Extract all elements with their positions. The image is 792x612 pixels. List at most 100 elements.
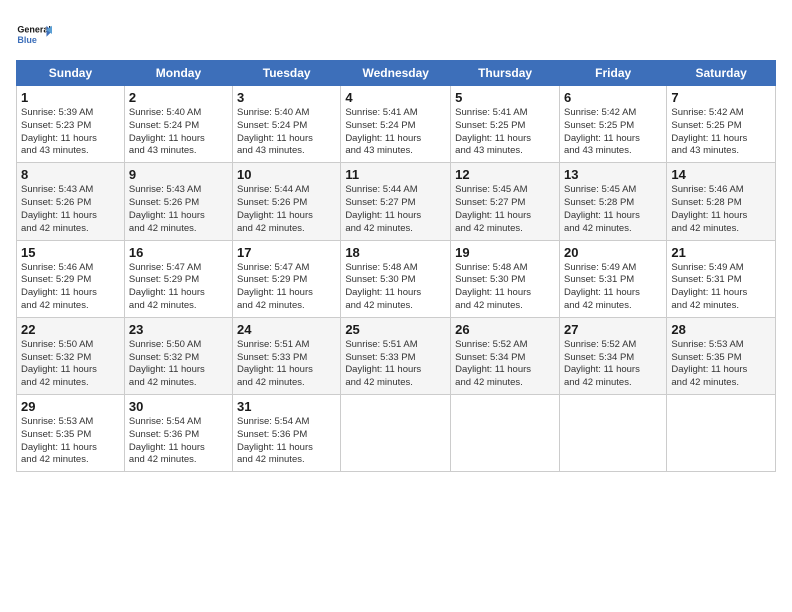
calendar-cell: 11 Sunrise: 5:44 AMSunset: 5:27 PMDayligh… [341, 163, 451, 240]
day-number: 28 [671, 322, 771, 337]
day-info: Sunrise: 5:48 AMSunset: 5:30 PMDaylight:… [345, 262, 446, 313]
day-info: Sunrise: 5:42 AMSunset: 5:25 PMDaylight:… [564, 107, 662, 158]
day-number: 10 [237, 167, 336, 182]
day-info: Sunrise: 5:46 AMSunset: 5:28 PMDaylight:… [671, 184, 771, 235]
calendar-cell: 19 Sunrise: 5:48 AMSunset: 5:30 PMDayligh… [451, 240, 560, 317]
day-number: 13 [564, 167, 662, 182]
day-info: Sunrise: 5:54 AMSunset: 5:36 PMDaylight:… [237, 416, 336, 467]
day-info: Sunrise: 5:51 AMSunset: 5:33 PMDaylight:… [237, 339, 336, 390]
weekday-header-tuesday: Tuesday [233, 61, 341, 86]
calendar-cell: 29Sunrise: 5:53 AMSunset: 5:35 PMDayligh… [17, 395, 125, 472]
day-number: 22 [21, 322, 120, 337]
day-info: Sunrise: 5:54 AMSunset: 5:36 PMDaylight:… [129, 416, 228, 467]
calendar-cell [341, 395, 451, 472]
day-info: Sunrise: 5:49 AMSunset: 5:31 PMDaylight:… [564, 262, 662, 313]
day-info: Sunrise: 5:52 AMSunset: 5:34 PMDaylight:… [564, 339, 662, 390]
calendar-cell: 5 Sunrise: 5:41 AMSunset: 5:25 PMDaylight… [451, 86, 560, 163]
calendar-cell [667, 395, 776, 472]
day-number: 17 [237, 245, 336, 260]
calendar-cell: 31 Sunrise: 5:54 AMSunset: 5:36 PMDayligh… [233, 395, 341, 472]
day-info: Sunrise: 5:53 AMSunset: 5:35 PMDaylight:… [671, 339, 771, 390]
logo: General Blue [16, 16, 54, 52]
day-info: Sunrise: 5:47 AMSunset: 5:29 PMDaylight:… [237, 262, 336, 313]
day-info: Sunrise: 5:52 AMSunset: 5:34 PMDaylight:… [455, 339, 555, 390]
day-info: Sunrise: 5:39 AMSunset: 5:23 PMDaylight:… [21, 107, 120, 158]
calendar-cell: 18 Sunrise: 5:48 AMSunset: 5:30 PMDayligh… [341, 240, 451, 317]
day-number: 21 [671, 245, 771, 260]
calendar-cell: 28 Sunrise: 5:53 AMSunset: 5:35 PMDayligh… [667, 317, 776, 394]
day-info: Sunrise: 5:44 AMSunset: 5:27 PMDaylight:… [345, 184, 446, 235]
day-number: 14 [671, 167, 771, 182]
weekday-header-sunday: Sunday [17, 61, 125, 86]
calendar-cell: 25 Sunrise: 5:51 AMSunset: 5:33 PMDayligh… [341, 317, 451, 394]
day-number: 3 [237, 90, 336, 105]
calendar-cell: 10 Sunrise: 5:44 AMSunset: 5:26 PMDayligh… [233, 163, 341, 240]
day-number: 19 [455, 245, 555, 260]
day-number: 16 [129, 245, 228, 260]
day-number: 11 [345, 167, 446, 182]
day-info: Sunrise: 5:41 AMSunset: 5:25 PMDaylight:… [455, 107, 555, 158]
weekday-header-thursday: Thursday [451, 61, 560, 86]
day-info: Sunrise: 5:43 AMSunset: 5:26 PMDaylight:… [21, 184, 120, 235]
day-info: Sunrise: 5:50 AMSunset: 5:32 PMDaylight:… [129, 339, 228, 390]
calendar-table: SundayMondayTuesdayWednesdayThursdayFrid… [16, 60, 776, 472]
day-number: 23 [129, 322, 228, 337]
calendar-cell: 22Sunrise: 5:50 AMSunset: 5:32 PMDayligh… [17, 317, 125, 394]
calendar-cell: 15 Sunrise: 5:46 AMSunset: 5:29 PMDayligh… [17, 240, 125, 317]
header: General Blue [16, 16, 776, 52]
day-number: 5 [455, 90, 555, 105]
weekday-header-wednesday: Wednesday [341, 61, 451, 86]
day-number: 2 [129, 90, 228, 105]
day-info: Sunrise: 5:53 AMSunset: 5:35 PMDaylight:… [21, 416, 120, 467]
day-info: Sunrise: 5:44 AMSunset: 5:26 PMDaylight:… [237, 184, 336, 235]
day-info: Sunrise: 5:51 AMSunset: 5:33 PMDaylight:… [345, 339, 446, 390]
weekday-header-monday: Monday [124, 61, 232, 86]
day-number: 15 [21, 245, 120, 260]
weekday-header-saturday: Saturday [667, 61, 776, 86]
day-number: 4 [345, 90, 446, 105]
day-number: 20 [564, 245, 662, 260]
day-info: Sunrise: 5:47 AMSunset: 5:29 PMDaylight:… [129, 262, 228, 313]
calendar-cell: 16 Sunrise: 5:47 AMSunset: 5:29 PMDayligh… [124, 240, 232, 317]
day-number: 8 [21, 167, 120, 182]
weekday-header-friday: Friday [559, 61, 666, 86]
day-info: Sunrise: 5:43 AMSunset: 5:26 PMDaylight:… [129, 184, 228, 235]
day-number: 31 [237, 399, 336, 414]
calendar-cell: 30 Sunrise: 5:54 AMSunset: 5:36 PMDayligh… [124, 395, 232, 472]
day-info: Sunrise: 5:45 AMSunset: 5:28 PMDaylight:… [564, 184, 662, 235]
calendar-cell: 2 Sunrise: 5:40 AMSunset: 5:24 PMDaylight… [124, 86, 232, 163]
day-number: 12 [455, 167, 555, 182]
calendar-cell: 26Sunrise: 5:52 AMSunset: 5:34 PMDayligh… [451, 317, 560, 394]
day-number: 30 [129, 399, 228, 414]
calendar-cell: 7 Sunrise: 5:42 AMSunset: 5:25 PMDaylight… [667, 86, 776, 163]
calendar-cell: 9 Sunrise: 5:43 AMSunset: 5:26 PMDaylight… [124, 163, 232, 240]
calendar-cell: 3 Sunrise: 5:40 AMSunset: 5:24 PMDaylight… [233, 86, 341, 163]
day-info: Sunrise: 5:40 AMSunset: 5:24 PMDaylight:… [237, 107, 336, 158]
svg-text:General: General [17, 25, 51, 35]
day-number: 6 [564, 90, 662, 105]
calendar-cell [451, 395, 560, 472]
day-info: Sunrise: 5:48 AMSunset: 5:30 PMDaylight:… [455, 262, 555, 313]
calendar-cell [559, 395, 666, 472]
day-number: 25 [345, 322, 446, 337]
calendar-cell: 17 Sunrise: 5:47 AMSunset: 5:29 PMDayligh… [233, 240, 341, 317]
svg-text:Blue: Blue [17, 35, 37, 45]
logo-icon: General Blue [16, 16, 52, 52]
calendar-cell: 14 Sunrise: 5:46 AMSunset: 5:28 PMDayligh… [667, 163, 776, 240]
calendar-cell: 6 Sunrise: 5:42 AMSunset: 5:25 PMDaylight… [559, 86, 666, 163]
day-info: Sunrise: 5:40 AMSunset: 5:24 PMDaylight:… [129, 107, 228, 158]
calendar-cell: 4 Sunrise: 5:41 AMSunset: 5:24 PMDaylight… [341, 86, 451, 163]
calendar-cell: 21Sunrise: 5:49 AMSunset: 5:31 PMDayligh… [667, 240, 776, 317]
calendar-cell: 24Sunrise: 5:51 AMSunset: 5:33 PMDayligh… [233, 317, 341, 394]
calendar-cell: 12Sunrise: 5:45 AMSunset: 5:27 PMDayligh… [451, 163, 560, 240]
day-number: 27 [564, 322, 662, 337]
calendar-cell: 27 Sunrise: 5:52 AMSunset: 5:34 PMDayligh… [559, 317, 666, 394]
day-info: Sunrise: 5:46 AMSunset: 5:29 PMDaylight:… [21, 262, 120, 313]
calendar-cell: 1 Sunrise: 5:39 AMSunset: 5:23 PMDaylight… [17, 86, 125, 163]
day-info: Sunrise: 5:41 AMSunset: 5:24 PMDaylight:… [345, 107, 446, 158]
day-number: 1 [21, 90, 120, 105]
day-number: 7 [671, 90, 771, 105]
day-number: 9 [129, 167, 228, 182]
day-number: 18 [345, 245, 446, 260]
day-info: Sunrise: 5:42 AMSunset: 5:25 PMDaylight:… [671, 107, 771, 158]
